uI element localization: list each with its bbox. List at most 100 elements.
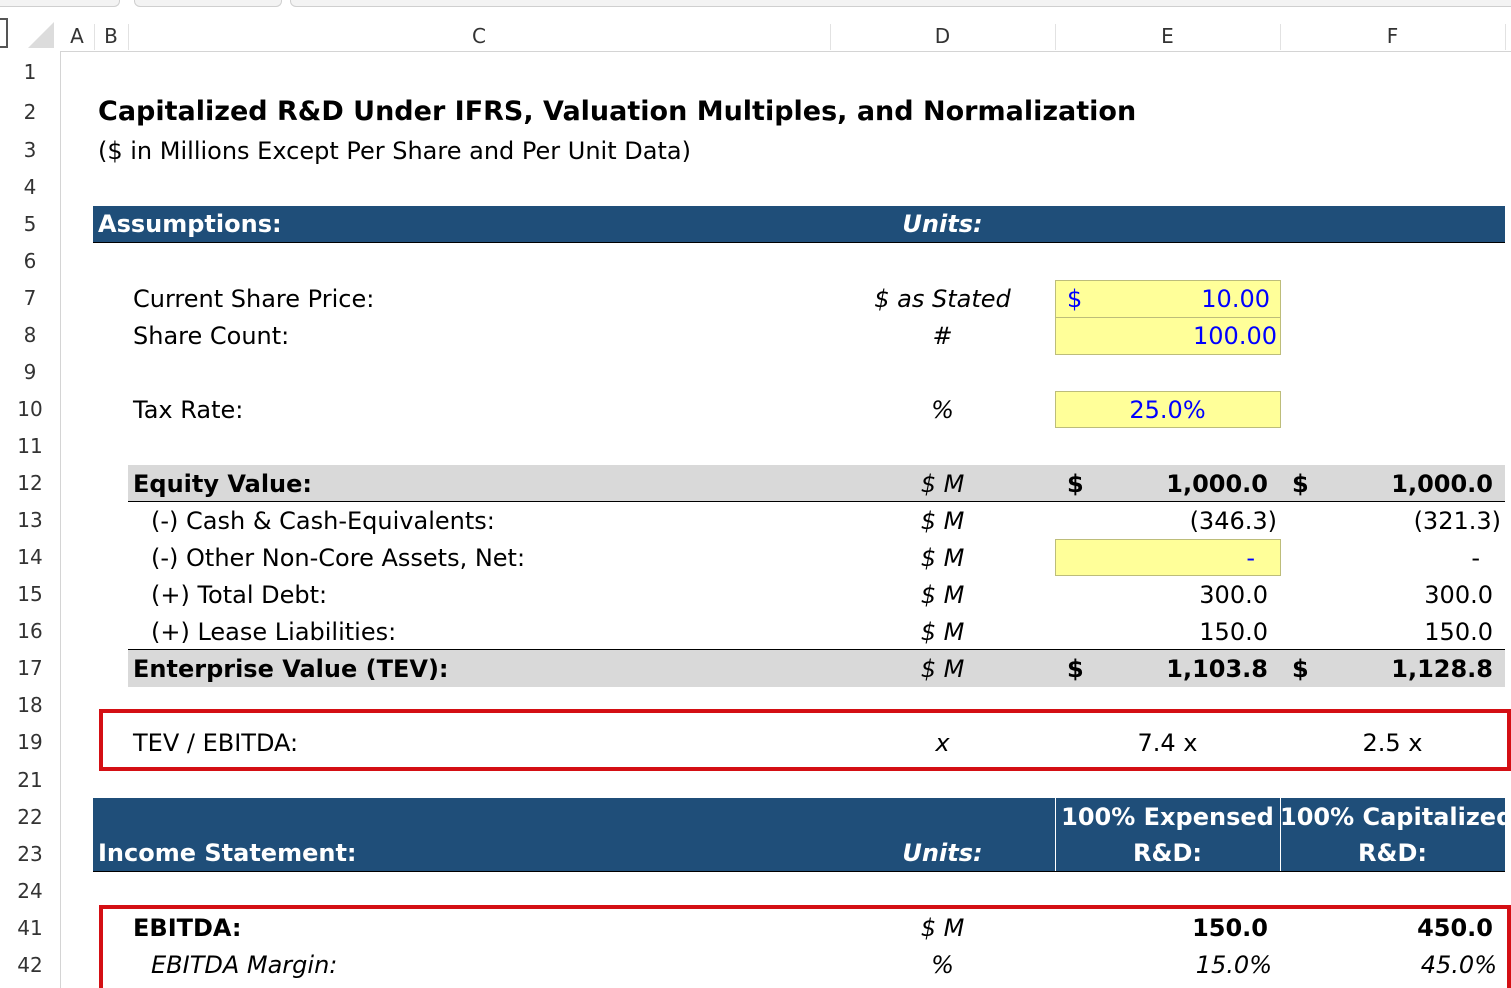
cash-f[interactable]: (321.3) — [1320, 503, 1501, 540]
margin-e[interactable]: 15.0% — [1100, 947, 1272, 984]
tev-e[interactable]: 1,103.8 — [1100, 651, 1268, 688]
row-number[interactable]: 11 — [0, 428, 60, 465]
share-price-currency: $ — [1067, 285, 1083, 313]
column-header-f[interactable]: F — [1280, 22, 1505, 50]
share-count-label: Share Count: — [133, 322, 290, 350]
row-number[interactable]: 17 — [0, 650, 60, 687]
capitalized-col-header-line2: R&D: — [1358, 839, 1427, 867]
row-number[interactable]: 41 — [0, 910, 60, 947]
debt-label: (+) Total Debt: — [151, 581, 328, 609]
row-number[interactable]: 19 — [0, 724, 60, 761]
equity-value-currency-f: $ — [1292, 470, 1309, 498]
ebitda-unit: $ M — [920, 914, 965, 942]
expensed-col-header-line2: R&D: — [1133, 839, 1202, 867]
debt-e[interactable]: 300.0 — [1100, 577, 1268, 614]
equity-value-label: Equity Value: — [133, 470, 313, 498]
row-number[interactable]: 42 — [0, 947, 60, 984]
multiple-f[interactable]: 2.5 x — [1280, 725, 1505, 762]
tax-rate-unit: % — [931, 396, 954, 424]
noncore-f[interactable]: - — [1320, 540, 1480, 577]
row-number[interactable]: 8 — [0, 317, 60, 354]
sheet-tab-edge — [134, 0, 282, 7]
share-price-label: Current Share Price: — [133, 285, 375, 313]
column-header-e[interactable]: E — [1055, 22, 1280, 50]
capitalized-col-header-line1: 100% Capitalized — [1280, 803, 1511, 831]
name-box-edge — [0, 18, 8, 48]
margin-f[interactable]: 45.0% — [1320, 947, 1497, 984]
tev-currency-e: $ — [1067, 655, 1084, 683]
share-price-unit: $ as Stated — [874, 285, 1011, 313]
noncore-label: (-) Other Non-Core Assets, Net: — [151, 544, 526, 572]
row-number[interactable]: 16 — [0, 613, 60, 650]
row-number[interactable]: 5 — [0, 206, 60, 243]
column-header-c[interactable]: C — [128, 22, 830, 50]
select-all-corner[interactable] — [28, 22, 54, 48]
row-number[interactable]: 7 — [0, 280, 60, 317]
row-number[interactable]: 2 — [0, 94, 60, 131]
tev-currency-f: $ — [1292, 655, 1309, 683]
row-number[interactable]: 9 — [0, 354, 60, 391]
lease-e[interactable]: 150.0 — [1100, 614, 1268, 651]
multiple-label: TEV / EBITDA: — [133, 729, 299, 757]
share-price-value[interactable]: 10.00 — [1100, 281, 1270, 318]
row-number[interactable]: 13 — [0, 502, 60, 539]
multiple-e[interactable]: 7.4 x — [1055, 725, 1280, 762]
header-underline — [93, 242, 1505, 243]
tax-rate-value[interactable]: 25.0% — [1055, 392, 1280, 429]
income-statement-header-band: Income Statement: Units: 100% Expensed R… — [93, 798, 1511, 871]
sheet-subtitle: ($ in Millions Except Per Share and Per … — [98, 137, 691, 165]
tev-unit: $ M — [920, 655, 965, 683]
lease-f[interactable]: 150.0 — [1320, 614, 1493, 651]
sheet-title: Capitalized R&D Under IFRS, Valuation Mu… — [98, 96, 1137, 127]
multiple-unit: x — [935, 729, 950, 757]
margin-label: EBITDA Margin: — [151, 951, 338, 979]
row-number[interactable]: 10 — [0, 391, 60, 428]
noncore-e[interactable]: - — [1100, 540, 1255, 577]
tax-rate-label: Tax Rate: — [133, 396, 244, 424]
tev-label: Enterprise Value (TEV): — [133, 655, 449, 683]
ebitda-e[interactable]: 150.0 — [1100, 910, 1268, 947]
income-statement-header: Income Statement: — [98, 839, 357, 867]
cash-e[interactable]: (346.3) — [1100, 503, 1277, 540]
cash-unit: $ M — [920, 507, 965, 535]
sheet-tab-edge — [290, 0, 1511, 7]
debt-unit: $ M — [920, 581, 965, 609]
share-count-unit: # — [932, 322, 953, 350]
row-number[interactable]: 3 — [0, 132, 60, 169]
debt-f[interactable]: 300.0 — [1320, 577, 1493, 614]
lease-unit: $ M — [920, 618, 965, 646]
row-number[interactable]: 1 — [0, 54, 60, 91]
income-header-underline — [93, 871, 1505, 872]
equity-value-f[interactable]: 1,000.0 — [1320, 466, 1493, 503]
noncore-unit: $ M — [920, 544, 965, 572]
tev-f[interactable]: 1,128.8 — [1320, 651, 1493, 688]
units-header: Units: — [902, 210, 983, 238]
share-count-value[interactable]: 100.00 — [1100, 318, 1277, 355]
expensed-col-header-line1: 100% Expensed — [1061, 803, 1274, 831]
row-number[interactable]: 18 — [0, 687, 60, 724]
ebitda-f[interactable]: 450.0 — [1320, 910, 1493, 947]
assumptions-header: Assumptions: — [98, 210, 282, 238]
row-number[interactable]: 22 — [0, 799, 60, 836]
row-number[interactable]: 15 — [0, 576, 60, 613]
column-header-bar: A B C D E F — [0, 0, 1511, 52]
row-number[interactable]: 4 — [0, 169, 60, 206]
lease-label: (+) Lease Liabilities: — [151, 618, 397, 646]
row-header-bar: 1 2 3 4 5 6 7 8 9 10 11 12 13 14 15 16 1… — [0, 51, 61, 988]
assumptions-header-band: Assumptions: Units: — [93, 206, 1505, 242]
margin-unit: % — [931, 951, 954, 979]
equity-value-e[interactable]: 1,000.0 — [1100, 466, 1268, 503]
column-header-d[interactable]: D — [830, 22, 1055, 50]
column-header-a[interactable]: A — [60, 22, 94, 50]
equity-value-unit: $ M — [920, 470, 965, 498]
column-header-b[interactable]: B — [94, 22, 128, 50]
row-number[interactable]: 12 — [0, 465, 60, 502]
row-number[interactable]: 24 — [0, 873, 60, 910]
row-number[interactable]: 14 — [0, 539, 60, 576]
row-number[interactable]: 23 — [0, 836, 60, 873]
row-number[interactable]: 6 — [0, 243, 60, 280]
equity-value-currency-e: $ — [1067, 470, 1084, 498]
cash-label: (-) Cash & Cash-Equivalents: — [151, 507, 495, 535]
row-number[interactable]: 21 — [0, 762, 60, 799]
income-units-header: Units: — [902, 839, 983, 867]
